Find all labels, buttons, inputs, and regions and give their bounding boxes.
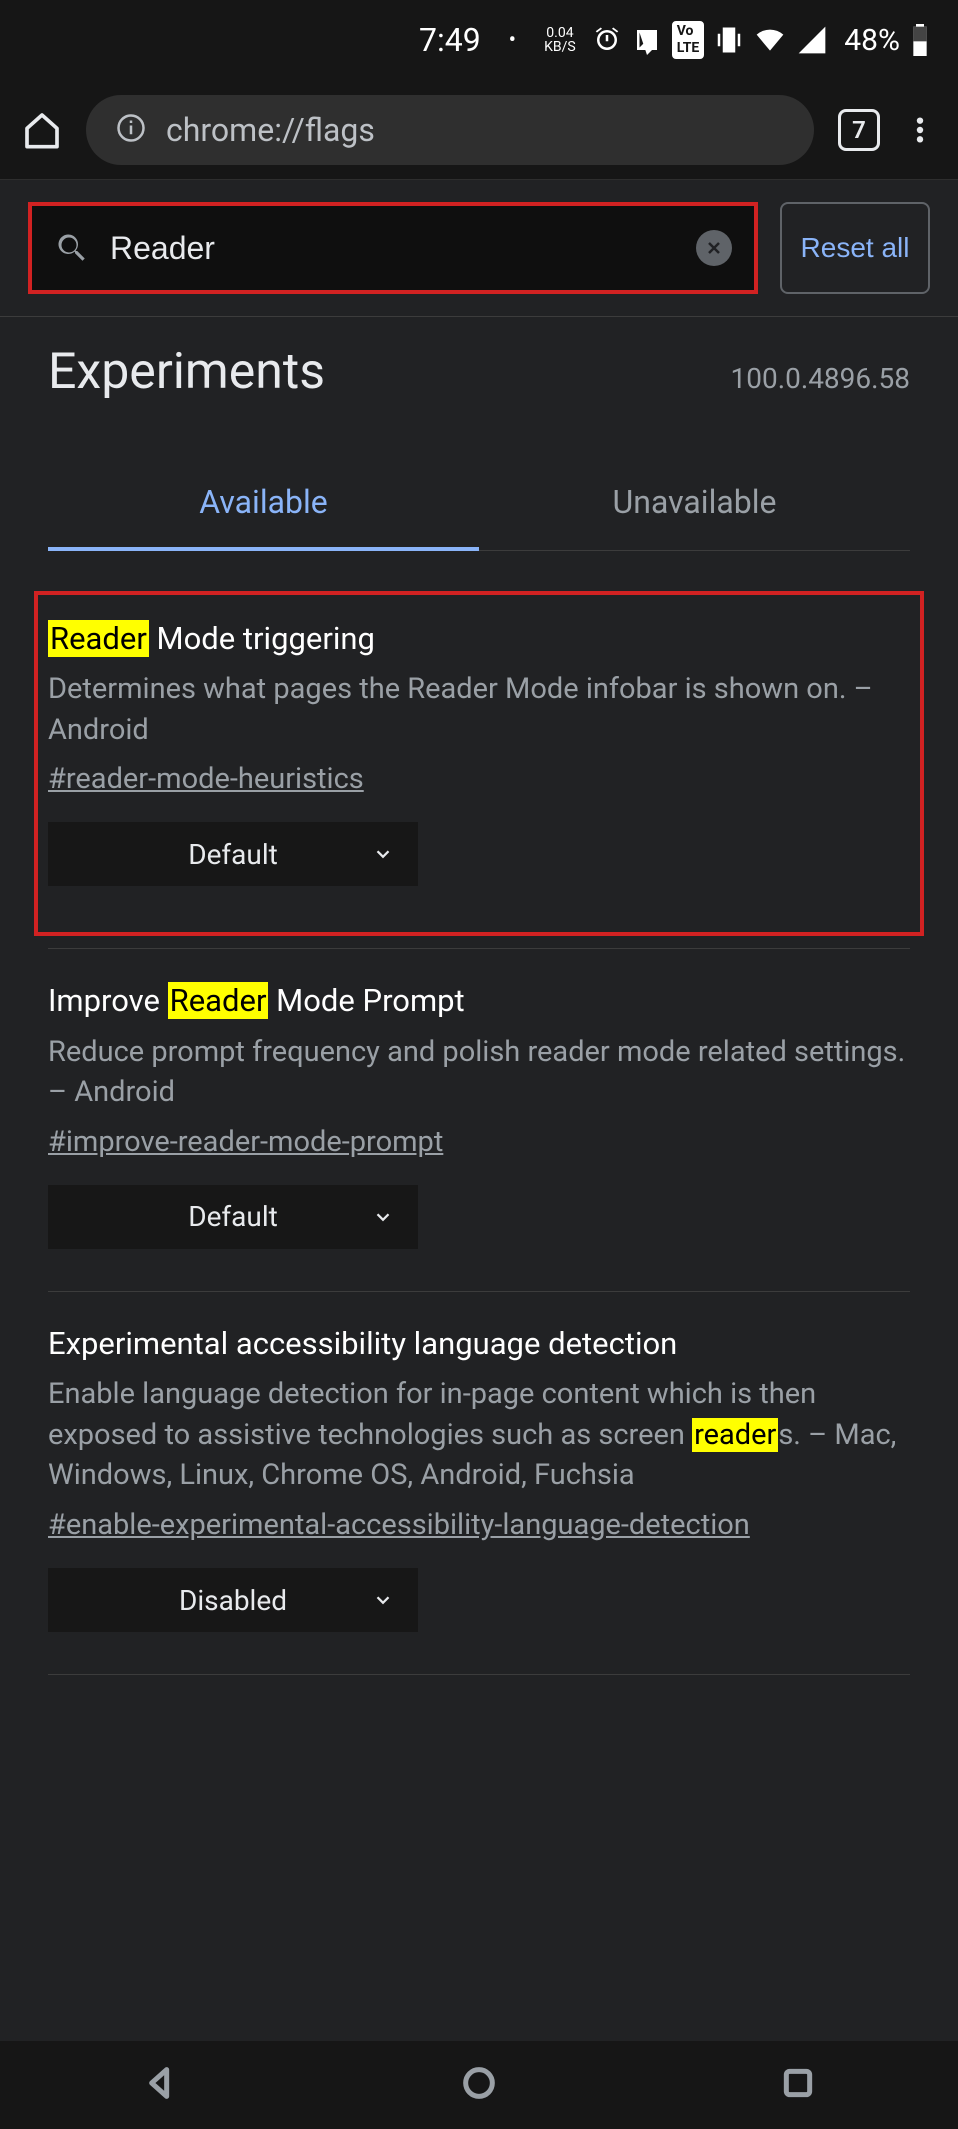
dropdown-value: Default	[188, 1200, 278, 1233]
page-content: Experiments 100.0.4896.58 Available Unav…	[0, 317, 958, 2041]
status-bar: 7:49 • 0.04 KB/S VoLTE 48%	[0, 0, 958, 80]
battery-percent: 48%	[844, 23, 900, 58]
network-speed: 0.04 KB/S	[544, 26, 576, 54]
browser-toolbar: chrome://flags 7	[0, 80, 958, 180]
flag-hash-link[interactable]: #reader-mode-heuristics	[48, 762, 364, 796]
version-label: 100.0.4896.58	[730, 362, 910, 395]
flag-search-box	[28, 202, 758, 294]
status-dot-icon: •	[509, 28, 516, 53]
page-heading: Experiments	[48, 343, 325, 401]
tab-unavailable[interactable]: Unavailable	[479, 461, 910, 550]
volte-icon: VoLTE	[672, 21, 705, 59]
flag-description: Reduce prompt frequency and polish reade…	[48, 1032, 910, 1113]
flag-item-reader-mode-triggering: Reader Mode triggering Determines what p…	[34, 591, 924, 936]
flag-hash-link[interactable]: #improve-reader-mode-prompt	[48, 1125, 443, 1159]
back-button[interactable]	[140, 2063, 180, 2107]
home-button-nav[interactable]	[459, 2063, 499, 2107]
info-icon	[116, 113, 146, 147]
chevron-down-icon	[372, 1206, 394, 1228]
dropdown-value: Disabled	[179, 1584, 287, 1617]
signal-icon	[796, 24, 828, 56]
net-speed-value: 0.04	[546, 26, 573, 40]
chevron-down-icon	[372, 1589, 394, 1611]
chevron-down-icon	[372, 843, 394, 865]
recents-button[interactable]	[778, 2063, 818, 2107]
overflow-menu[interactable]	[904, 114, 936, 146]
highlight: Reader	[48, 620, 149, 657]
net-speed-unit: KB/S	[544, 40, 576, 54]
vibrate-icon	[714, 25, 744, 55]
battery-icon	[910, 24, 930, 56]
flag-title: Improve Reader Mode Prompt	[48, 981, 910, 1021]
flag-dropdown[interactable]: Disabled	[48, 1568, 418, 1632]
flag-hash-link[interactable]: #enable-experimental-accessibility-langu…	[48, 1508, 750, 1542]
reset-all-button[interactable]: Reset all	[780, 202, 930, 294]
url-bar[interactable]: chrome://flags	[86, 95, 814, 165]
nfc-icon	[632, 25, 662, 55]
flag-description: Determines what pages the Reader Mode in…	[48, 669, 910, 750]
flag-search-input[interactable]	[110, 230, 676, 267]
home-button[interactable]	[22, 110, 62, 150]
flag-title: Reader Mode triggering	[48, 619, 910, 659]
highlight: Reader	[168, 982, 269, 1019]
search-icon	[54, 230, 90, 266]
clear-search-button[interactable]	[696, 230, 732, 266]
tab-available[interactable]: Available	[48, 461, 479, 551]
flag-search-row: Reset all	[0, 180, 958, 317]
status-time: 7:49	[419, 21, 481, 59]
flag-description: Enable language detection for in-page co…	[48, 1374, 910, 1496]
wifi-icon	[754, 24, 786, 56]
url-text: chrome://flags	[166, 111, 375, 149]
flag-item-accessibility-language-detection: Experimental accessibility language dete…	[48, 1292, 910, 1662]
dropdown-value: Default	[188, 838, 278, 871]
flag-title: Experimental accessibility language dete…	[48, 1324, 910, 1364]
highlight: reader	[692, 1418, 778, 1452]
flag-dropdown[interactable]: Default	[48, 822, 418, 886]
tab-row: Available Unavailable	[48, 461, 910, 551]
system-nav-bar	[0, 2041, 958, 2129]
tab-switcher[interactable]: 7	[838, 109, 880, 151]
flag-item-improve-reader-mode-prompt: Improve Reader Mode Prompt Reduce prompt…	[48, 949, 910, 1278]
alarm-icon	[592, 25, 622, 55]
divider	[48, 1674, 910, 1675]
flag-dropdown[interactable]: Default	[48, 1185, 418, 1249]
